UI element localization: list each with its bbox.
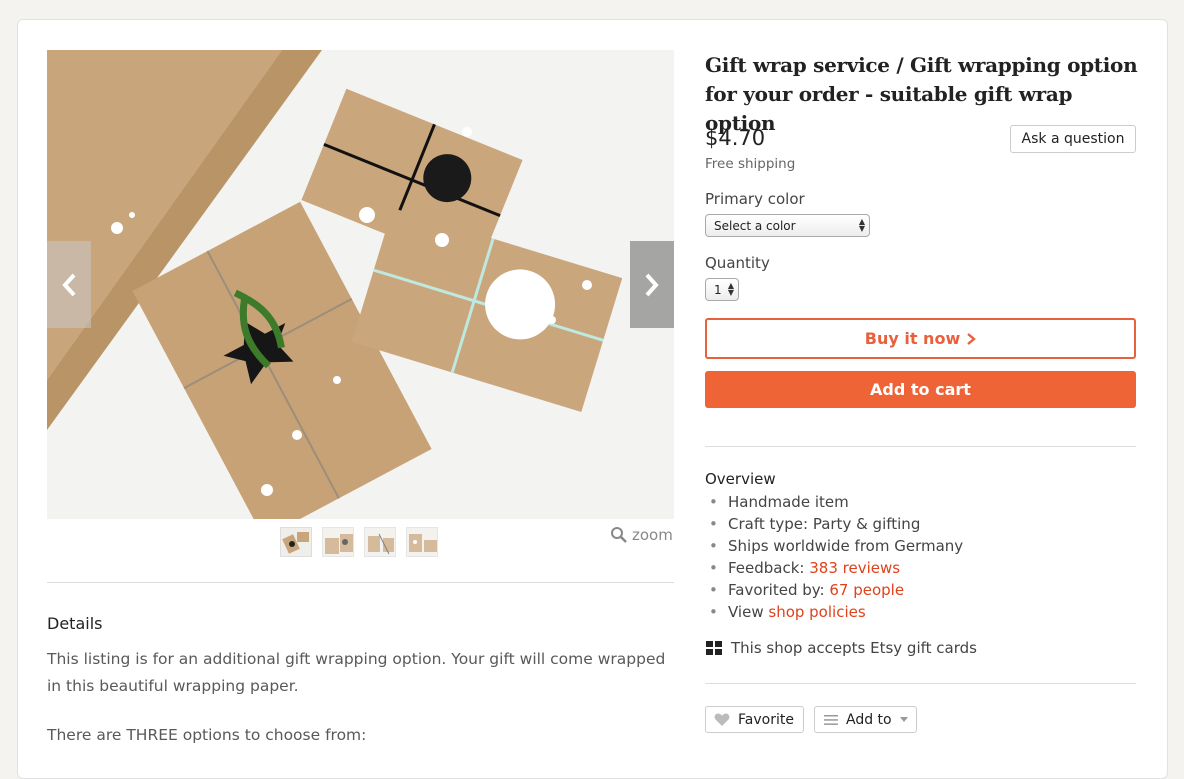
quantity-label: Quantity	[705, 254, 770, 272]
thumbnail-4[interactable]	[406, 527, 438, 557]
listing-price: $4.70	[705, 126, 766, 150]
overview-item-text: Handmade item	[728, 493, 849, 511]
next-image-button[interactable]	[630, 241, 674, 328]
details-heading: Details	[47, 614, 103, 633]
quantity-select[interactable]: 1 ▲ ▼	[705, 278, 739, 301]
overview-list: Handmade item Craft type: Party & giftin…	[705, 491, 963, 623]
select-arrows-icon: ▲ ▼	[727, 281, 734, 297]
add-to-list-button[interactable]: Add to	[814, 706, 917, 733]
divider	[705, 683, 1136, 684]
list-item: Craft type: Party & gifting	[705, 513, 963, 535]
gift-cards-note: This shop accepts Etsy gift cards	[706, 639, 977, 657]
product-image[interactable]	[47, 50, 674, 519]
primary-color-label: Primary color	[705, 190, 805, 208]
list-item: View shop policies	[705, 601, 963, 623]
chevron-left-icon	[62, 273, 76, 296]
zoom-button[interactable]: zoom	[610, 526, 673, 544]
quantity-value: 1	[714, 282, 722, 297]
overview-item-text: Ships worldwide from Germany	[728, 537, 964, 555]
favorited-people-link[interactable]: 67 people	[829, 581, 904, 599]
gift-wrap-photo	[47, 50, 674, 519]
chevron-right-icon	[645, 273, 659, 296]
list-item: Favorited by: 67 people	[705, 579, 963, 601]
add-to-label: Add to	[846, 711, 892, 728]
feedback-label: Feedback:	[728, 559, 810, 577]
gift-card-icon	[706, 641, 722, 655]
caret-down-icon	[899, 716, 908, 722]
favorite-label: Favorite	[738, 711, 794, 728]
shipping-info: Free shipping	[705, 156, 796, 172]
list-icon	[824, 714, 838, 725]
list-item: Handmade item	[705, 491, 963, 513]
reviews-link[interactable]: 383 reviews	[809, 559, 900, 577]
divider	[705, 446, 1136, 447]
details-text-options: There are THREE options to choose from:	[47, 726, 367, 744]
favorite-button[interactable]: Favorite	[705, 706, 804, 733]
buy-now-button[interactable]: Buy it now	[705, 318, 1136, 359]
thumbnail-1[interactable]	[280, 527, 312, 557]
magnifier-icon	[611, 527, 627, 543]
details-text: This listing is for an additional gift w…	[47, 650, 666, 695]
overview-heading: Overview	[705, 470, 776, 488]
add-to-cart-button[interactable]: Add to cart	[705, 371, 1136, 408]
chevron-right-icon	[967, 332, 977, 345]
thumbnail-2[interactable]	[322, 527, 354, 557]
buy-now-label: Buy it now	[864, 329, 961, 348]
list-item: Ships worldwide from Germany	[705, 535, 963, 557]
overview-item-text: Craft type: Party & gifting	[728, 515, 921, 533]
favorited-label: Favorited by:	[728, 581, 830, 599]
primary-color-value: Select a color	[714, 218, 796, 233]
view-label: View	[728, 603, 769, 621]
select-arrows-icon: ▲ ▼	[858, 217, 865, 233]
heart-icon	[714, 713, 730, 726]
divider	[47, 582, 674, 583]
shop-policies-link[interactable]: shop policies	[768, 603, 865, 621]
zoom-label: zoom	[632, 526, 673, 544]
prev-image-button[interactable]	[47, 241, 91, 328]
primary-color-select[interactable]: Select a color ▲ ▼	[705, 214, 870, 237]
thumbnail-strip	[280, 527, 438, 557]
gift-cards-text: This shop accepts Etsy gift cards	[731, 639, 977, 657]
ask-question-button[interactable]: Ask a question	[1010, 125, 1136, 153]
thumbnail-3[interactable]	[364, 527, 396, 557]
list-item: Feedback: 383 reviews	[705, 557, 963, 579]
